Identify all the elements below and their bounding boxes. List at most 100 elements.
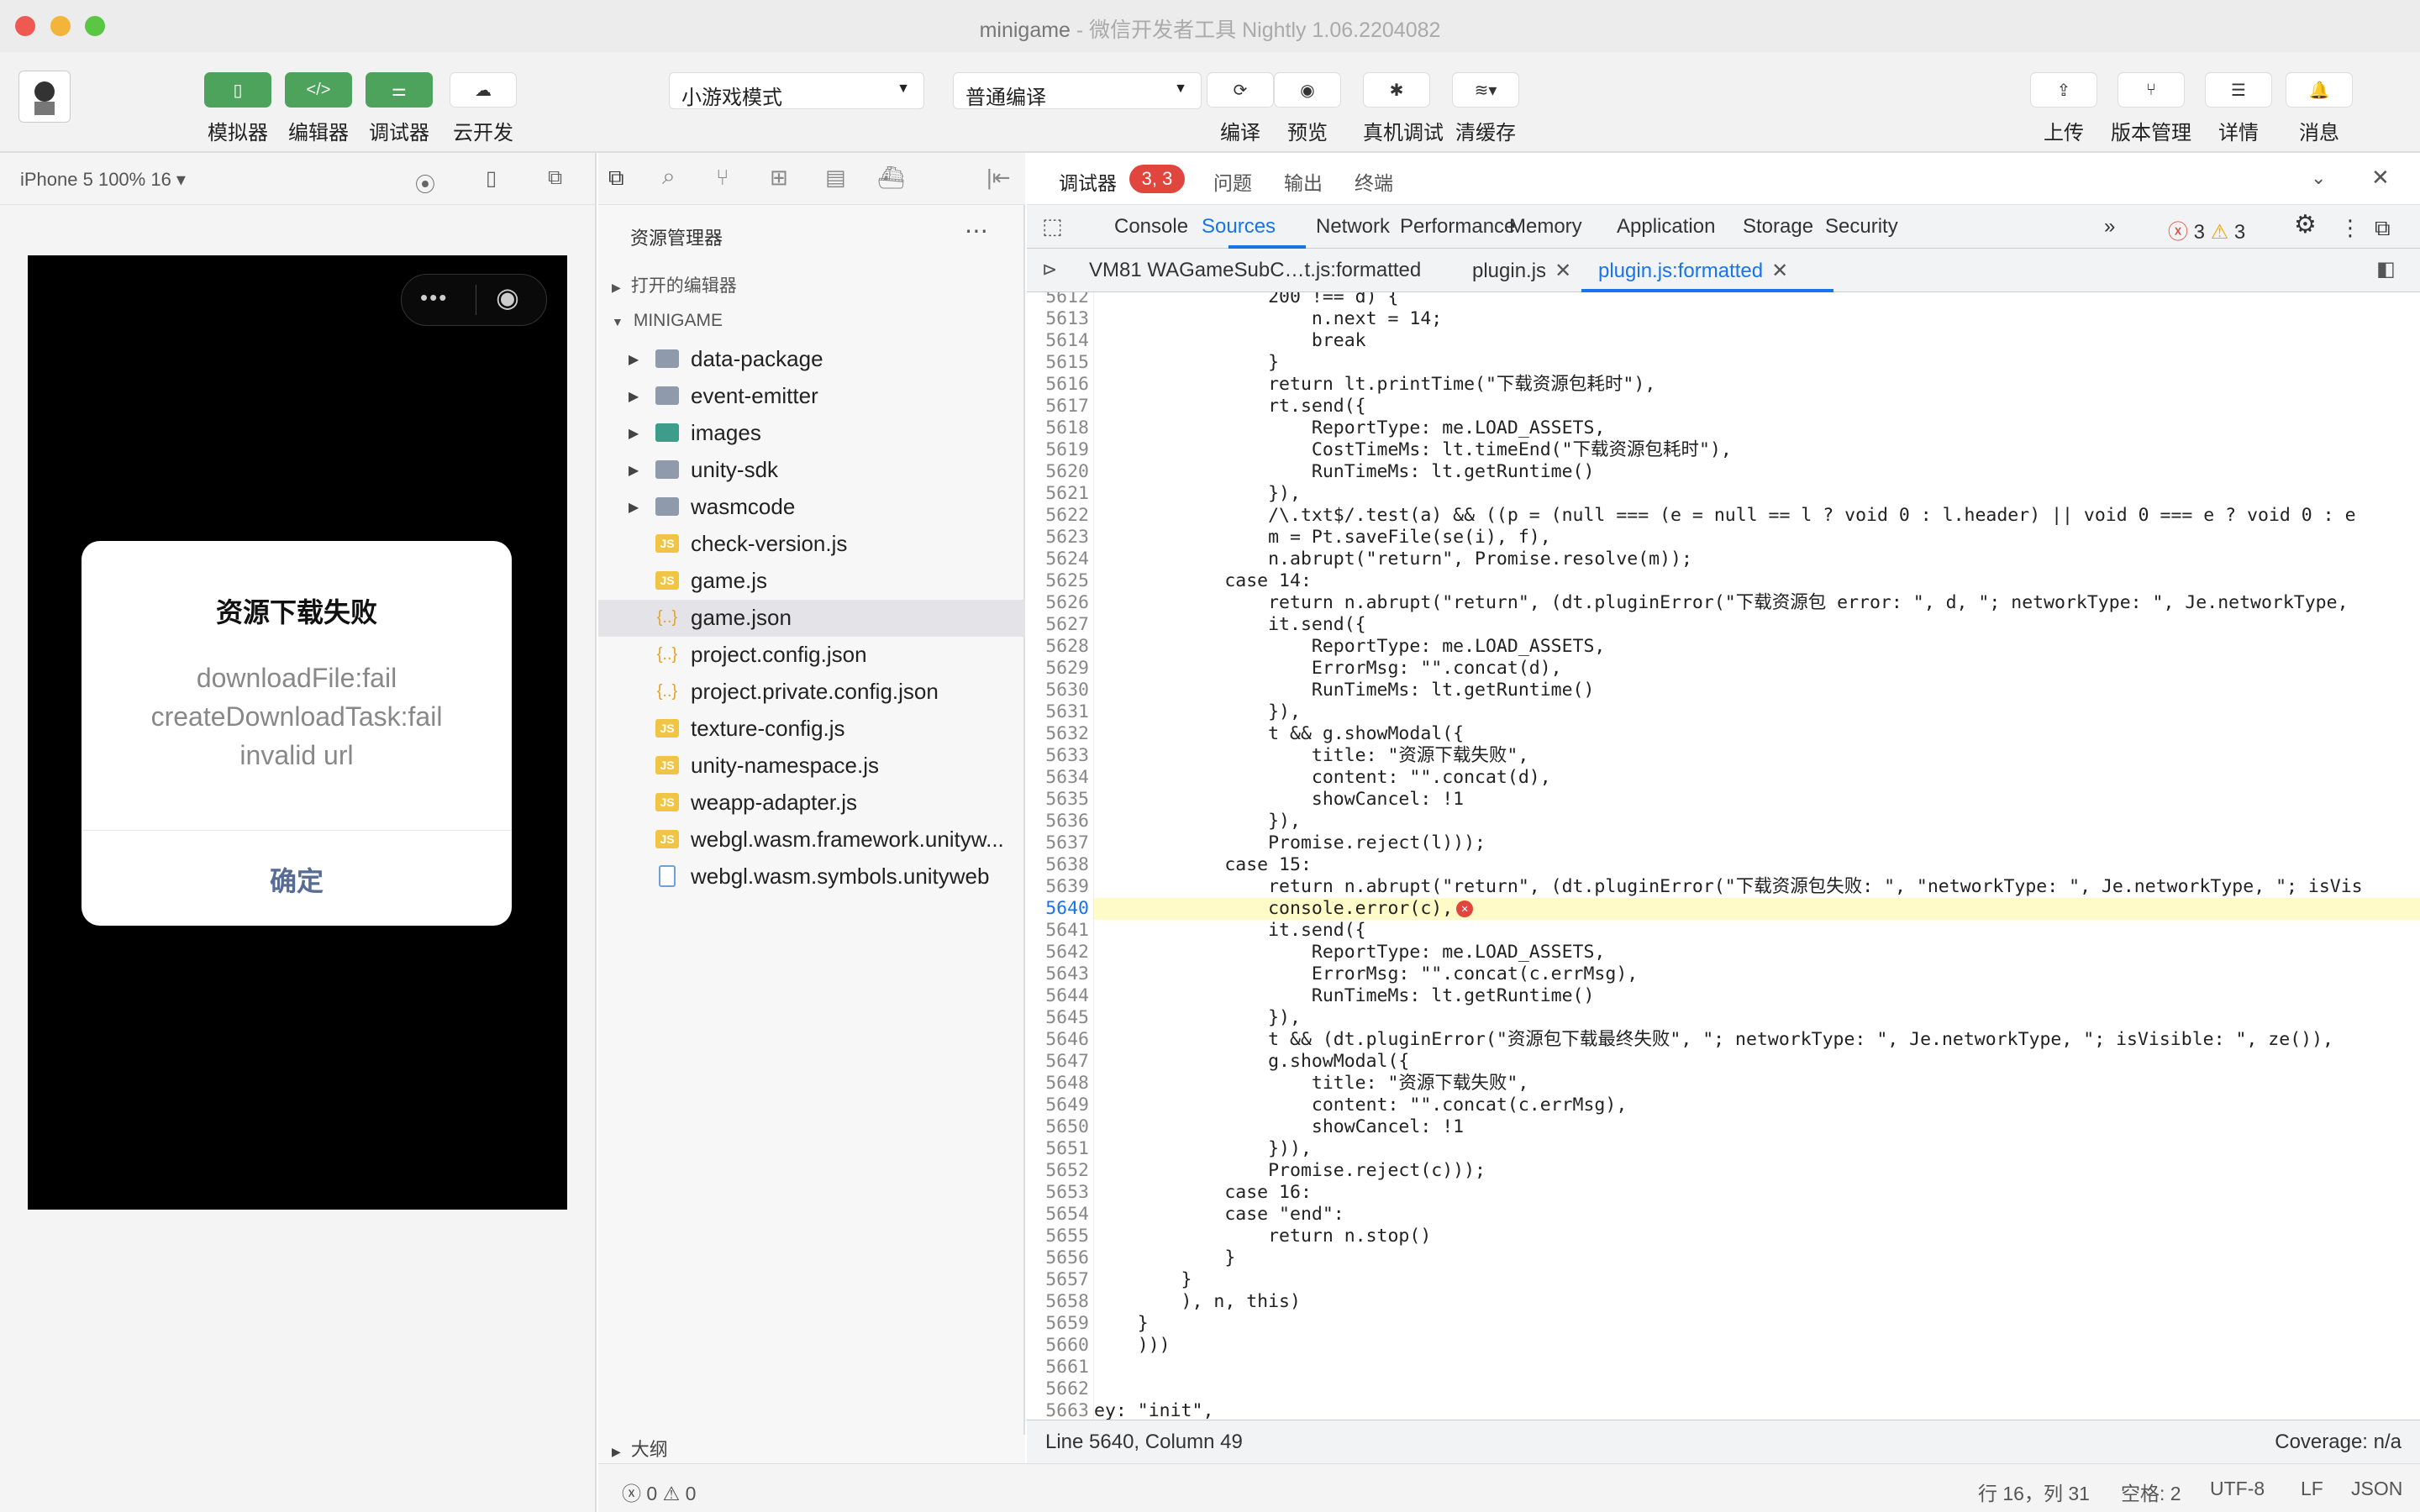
folder-item[interactable]: ▶ wasmcode xyxy=(598,489,1025,526)
line-number[interactable]: 5651 xyxy=(1027,1138,1089,1160)
devtools-tab-sources[interactable]: Sources xyxy=(1202,215,1276,239)
error-marker-icon[interactable]: ✕ xyxy=(1456,900,1474,917)
phone-screen[interactable]: ••• ◉ 资源下载失败 downloadFile:fail createDow… xyxy=(28,255,567,1210)
search-icon[interactable]: ⌕ xyxy=(662,163,676,191)
preview-button[interactable]: ◉ 预览 xyxy=(1274,72,1341,145)
line-number[interactable]: 5648 xyxy=(1027,1073,1089,1095)
devtools-tab-application[interactable]: Application xyxy=(1617,215,1715,239)
cloud-dev-button[interactable]: ☁ 云开发 xyxy=(450,72,517,145)
file-tab-plugin-formatted[interactable]: plugin.js:formatted ✕ xyxy=(1598,259,1788,283)
line-number[interactable]: 5660 xyxy=(1027,1335,1089,1357)
line-number[interactable]: 5646 xyxy=(1027,1029,1089,1051)
line-number[interactable]: 5632 xyxy=(1027,723,1089,745)
debugger-sidebar-toggle-icon[interactable]: ◧ xyxy=(2376,257,2396,281)
menu-capsule[interactable]: ••• ◉ xyxy=(401,274,547,326)
line-number[interactable]: 5624 xyxy=(1027,549,1089,570)
line-number[interactable]: 5644 xyxy=(1027,985,1089,1007)
folder-item[interactable]: ▶ event-emitter xyxy=(598,378,1025,415)
compile-button[interactable]: ⟳ 编译 xyxy=(1207,72,1274,145)
line-number[interactable]: 5653 xyxy=(1027,1182,1089,1204)
line-number[interactable]: 5623 xyxy=(1027,527,1089,549)
line-number[interactable]: 5655 xyxy=(1027,1226,1089,1247)
close-capsule-icon[interactable]: ◉ xyxy=(496,281,519,313)
line-number[interactable]: 5659 xyxy=(1027,1313,1089,1335)
folder-item[interactable]: ▶ unity-sdk xyxy=(598,452,1025,489)
close-tab-icon[interactable]: ✕ xyxy=(1771,260,1788,282)
file-item[interactable]: JS weapp-adapter.js xyxy=(598,785,1025,822)
chevron-right-icon[interactable]: ▶ xyxy=(629,388,639,405)
line-number[interactable]: 5641 xyxy=(1027,920,1089,942)
line-number[interactable]: 5657 xyxy=(1027,1269,1089,1291)
file-item[interactable]: JS game.js xyxy=(598,563,1025,600)
line-number[interactable]: 5634 xyxy=(1027,767,1089,789)
chevron-down-icon[interactable]: ⌄ xyxy=(2311,167,2326,189)
file-item[interactable]: webgl.wasm.symbols.unityweb xyxy=(598,858,1025,895)
line-number[interactable]: 5638 xyxy=(1027,854,1089,876)
line-number[interactable]: 5613 xyxy=(1027,308,1089,330)
settings-gear-icon[interactable]: ⚙ xyxy=(2294,210,2317,239)
line-number[interactable]: 5658 xyxy=(1027,1291,1089,1313)
extensions-icon[interactable]: ⊞ xyxy=(770,165,788,191)
chevron-right-icon[interactable]: ▶ xyxy=(629,351,639,368)
close-icon[interactable]: ✕ xyxy=(2371,165,2390,191)
line-number[interactable]: 5628 xyxy=(1027,636,1089,658)
line-number[interactable]: 5652 xyxy=(1027,1160,1089,1182)
phone-frame-icon[interactable]: ▯ xyxy=(486,166,497,191)
file-tab-vm81[interactable]: VM81 WAGameSubC…t.js:formatted xyxy=(1089,259,1421,282)
language-indicator[interactable]: JSON xyxy=(2351,1478,2402,1500)
devtools-tab-network[interactable]: Network xyxy=(1316,215,1390,239)
code-editor[interactable]: 5612 5613 5614 5615 5616 5617 5618 5619 5620 5621… xyxy=(1027,292,2420,1420)
open-editors-section[interactable]: ▶ 打开的编辑器 xyxy=(598,264,1025,301)
details-button[interactable]: ☰ 详情 xyxy=(2205,72,2272,145)
file-item[interactable]: JS check-version.js xyxy=(598,526,1025,563)
line-number[interactable]: 5654 xyxy=(1027,1204,1089,1226)
device-select[interactable]: iPhone 5 100% 16 ▾ xyxy=(20,169,186,191)
outline-section[interactable]: ▶ 大纲 xyxy=(598,1435,1025,1463)
editor-toggle[interactable]: </> 编辑器 xyxy=(285,72,352,145)
tab-output[interactable]: 输出 xyxy=(1284,167,1323,196)
line-number[interactable]: 5636 xyxy=(1027,811,1089,832)
record-icon[interactable]: ⦿ xyxy=(415,168,435,197)
project-section[interactable]: ▼ MINIGAME xyxy=(598,302,1025,339)
line-number[interactable]: 5621 xyxy=(1027,483,1089,505)
more-icon[interactable]: ⋯ xyxy=(965,217,988,244)
file-item[interactable]: JS unity-namespace.js xyxy=(598,748,1025,785)
device-debug-button[interactable]: ✱ 真机调试 xyxy=(1363,72,1444,145)
line-number[interactable]: 5617 xyxy=(1027,396,1089,417)
line-number[interactable]: 5650 xyxy=(1027,1116,1089,1138)
line-number[interactable]: 5616 xyxy=(1027,374,1089,396)
more-tabs-button[interactable]: » xyxy=(2104,215,2115,239)
file-tab-plugin-js[interactable]: plugin.js ✕ xyxy=(1472,259,1571,283)
tab-terminal[interactable]: 终端 xyxy=(1355,167,1393,196)
eol-indicator[interactable]: LF xyxy=(2301,1478,2323,1500)
tab-debugger[interactable]: 调试器 xyxy=(1059,167,1117,196)
line-number[interactable]: 5643 xyxy=(1027,963,1089,985)
line-number[interactable]: 5647 xyxy=(1027,1051,1089,1073)
line-number[interactable]: 5630 xyxy=(1027,680,1089,701)
file-item[interactable]: JS texture-config.js xyxy=(598,711,1025,748)
clear-cache-button[interactable]: ≋▾ 清缓存 xyxy=(1452,72,1519,145)
line-number[interactable]: 5619 xyxy=(1027,439,1089,461)
messages-button[interactable]: 🔔 消息 xyxy=(2286,72,2353,145)
devtools-tab-memory[interactable]: Memory xyxy=(1509,215,1582,239)
line-number[interactable]: 5663 xyxy=(1027,1400,1089,1420)
chevron-right-icon[interactable]: ▶ xyxy=(629,462,639,479)
indentation-indicator[interactable]: 空格: 2 xyxy=(2121,1478,2181,1506)
devtools-tab-storage[interactable]: Storage xyxy=(1743,215,1813,239)
mode-select[interactable]: 小游戏模式 ▼ xyxy=(669,72,924,109)
source-control-icon[interactable]: ⑂ xyxy=(716,165,729,191)
chevron-right-icon[interactable]: ▶ xyxy=(629,425,639,442)
line-number[interactable]: 5645 xyxy=(1027,1007,1089,1029)
file-item[interactable]: {..} project.config.json xyxy=(598,637,1025,674)
line-number[interactable]: 5642 xyxy=(1027,942,1089,963)
dock-icon[interactable]: ⧉ xyxy=(2375,215,2391,242)
devtools-tab-console[interactable]: Console xyxy=(1114,215,1188,239)
collapse-panel-icon[interactable]: |⇤ xyxy=(986,165,1011,191)
line-number[interactable]: 5612 xyxy=(1027,292,1089,308)
line-number[interactable]: 5635 xyxy=(1027,789,1089,811)
line-number[interactable]: 5633 xyxy=(1027,745,1089,767)
line-number[interactable]: 5649 xyxy=(1027,1095,1089,1116)
docker-icon[interactable]: ⛴ xyxy=(877,165,905,191)
line-number[interactable]: 5629 xyxy=(1027,658,1089,680)
files-icon[interactable]: ⧉ xyxy=(608,165,624,192)
